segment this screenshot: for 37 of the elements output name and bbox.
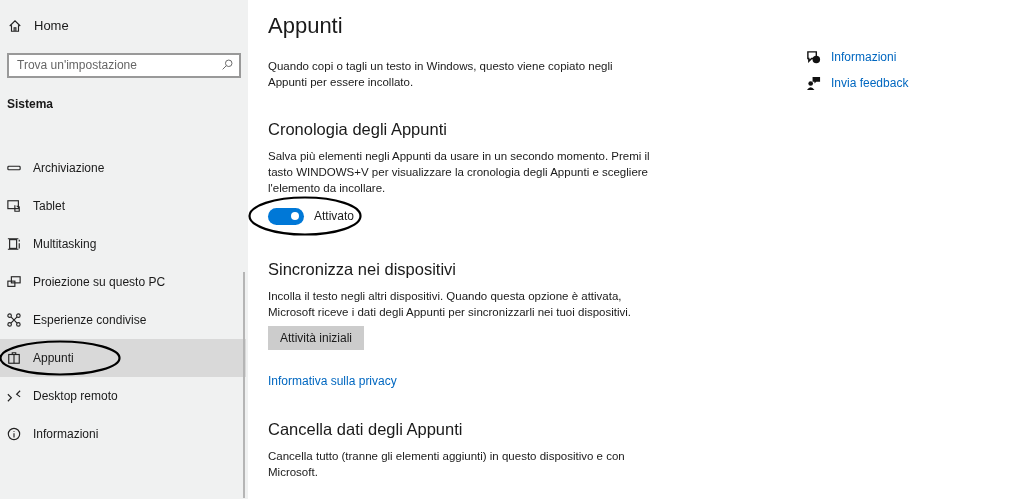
tablet-icon	[7, 199, 21, 213]
toggle-label: Attivato	[314, 208, 355, 225]
section-heading: Sistema	[6, 96, 55, 113]
description-text: Incolla il testo negli altri dispositivi. Quando questa opzione è attivata, Microsoft riceve i dati degli Appunti per sincronizzarli nei tuoi dispositivi.	[268, 289, 633, 320]
monitors-icon	[7, 275, 21, 289]
info-icon	[7, 427, 21, 441]
multitask-icon	[7, 237, 21, 251]
sidebar-item[interactable]: Appunti	[0, 339, 246, 377]
remote-icon	[7, 389, 21, 403]
description-text: Salva più elementi negli Appunti da usare in un secondo momento. Premi il tasto WINDOWS+V per visualizzare la cronologia degli Appunti e scegliere l'elemento da incollare.	[268, 149, 651, 196]
sidebar-item[interactable]: Desktop remoto	[0, 377, 246, 415]
sidebar-item[interactable]: Esperienze condivise	[0, 301, 246, 339]
section-heading: Sincronizza nei dispositivi	[268, 259, 457, 280]
start-button[interactable]: Attività iniziali	[268, 326, 365, 350]
clipboard-icon	[7, 351, 21, 365]
section-heading: Cronologia degli Appunti	[268, 119, 448, 140]
person-feedback-icon	[806, 75, 821, 91]
network-icon	[7, 313, 21, 327]
sidebar-item[interactable]: Proiezione su questo PC	[0, 263, 246, 301]
sidebar-item[interactable]: Multitasking	[0, 225, 246, 263]
description-text: Quando copi o tagli un testo in Windows, questo viene copiato negli Appunti per essere incollato.	[268, 59, 614, 90]
search-field[interactable]: Trova un'impostazione	[7, 52, 241, 78]
description-text: Cancella tutto (tranne gli elementi aggiunti) in questo dispositivo e con Microsoft.	[268, 449, 626, 480]
sidebar-item[interactable]: Tablet	[0, 187, 246, 225]
home-icon	[8, 19, 22, 33]
toggle-switch[interactable]	[268, 207, 304, 225]
help-link[interactable]: Invia feedback	[831, 74, 909, 92]
privacy-link[interactable]: Informativa sulla privacy	[268, 372, 397, 390]
home-link[interactable]: Home	[0, 16, 248, 36]
help-link[interactable]: Informazioni	[831, 48, 897, 66]
search-icon	[221, 58, 234, 71]
sidebar-item[interactable]: Archiviazione	[0, 149, 246, 187]
scrollbar[interactable]	[243, 272, 245, 498]
chat-help-icon	[806, 49, 821, 65]
section-heading: Cancella dati degli Appunti	[268, 419, 464, 440]
page-title: Appunti	[268, 12, 344, 40]
sidebar-item[interactable]: Informazioni	[0, 415, 246, 453]
